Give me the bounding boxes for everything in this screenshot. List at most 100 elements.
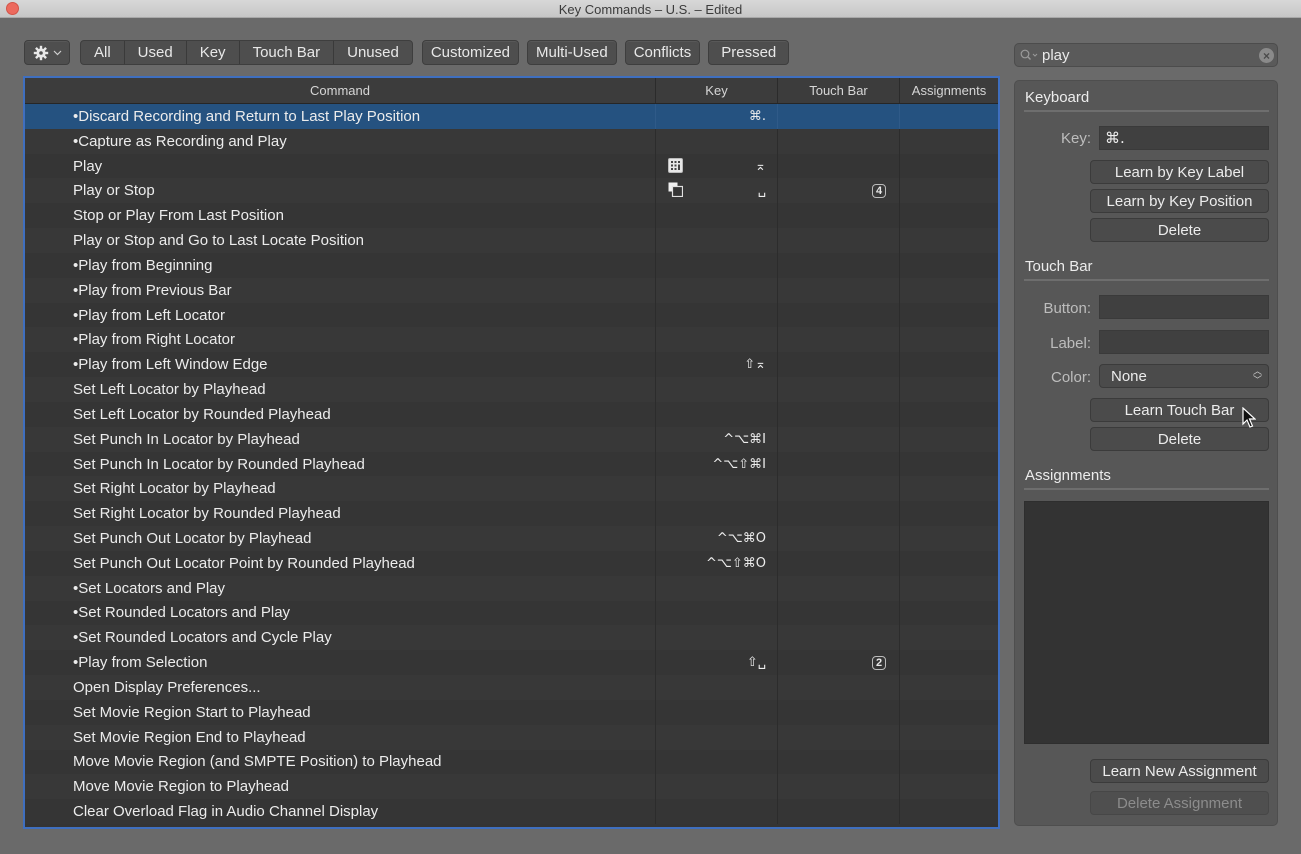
color-select-value: None (1111, 367, 1147, 385)
key-cell (656, 203, 778, 229)
assignments-cell (900, 476, 998, 501)
command-cell: •Play from Previous Bar (25, 277, 656, 303)
divider (1024, 279, 1269, 281)
table-row[interactable]: Clear Overload Flag in Audio Channel Dis… (25, 799, 998, 825)
touch-bar-label-field[interactable] (1099, 330, 1269, 354)
touch-bar-number-badge: 2 (872, 655, 886, 670)
button-label: Button: (1043, 300, 1091, 317)
table-row[interactable]: Set Left Locator by Rounded Playhead (25, 401, 998, 427)
table-row[interactable]: •Set Rounded Locators and Play (25, 600, 998, 626)
assignments-list[interactable] (1024, 501, 1269, 744)
color-select[interactable]: None ︿ ﹀ (1099, 364, 1269, 388)
search-field[interactable]: × (1014, 43, 1278, 67)
table-row[interactable]: •Play from Beginning (25, 252, 998, 278)
action-menu-button[interactable] (24, 40, 70, 65)
table-row[interactable]: •Set Locators and Play (25, 575, 998, 601)
table-row[interactable]: •Play from Left Locator (25, 302, 998, 328)
table-row[interactable]: Set Punch Out Locator Point by Rounded P… (25, 550, 998, 576)
search-input[interactable] (1042, 46, 1242, 64)
table-row[interactable]: Stop or Play From Last Position (25, 203, 998, 229)
filter-key[interactable]: Key (187, 41, 240, 64)
table-row[interactable]: Open Display Preferences... (25, 675, 998, 700)
key-field[interactable]: ⌘. (1099, 126, 1269, 150)
main-keyboard-icon (668, 182, 684, 198)
assignments-cell (900, 551, 998, 576)
filter-unused[interactable]: Unused (334, 41, 412, 64)
table-row[interactable]: •Discard Recording and Return to Last Pl… (25, 104, 998, 129)
command-cell: •Set Rounded Locators and Cycle Play (25, 625, 656, 651)
table-row[interactable]: Move Movie Region to Playhead (25, 774, 998, 800)
key-cell: ⇧⌅ (656, 352, 778, 378)
assignments-cell (900, 104, 998, 129)
touch-bar-cell (778, 749, 900, 775)
table-row[interactable]: Move Movie Region (and SMPTE Position) t… (25, 749, 998, 775)
table-row[interactable]: Play ⌅ (25, 153, 998, 179)
table-row[interactable]: Play or Stop ␣ 4 (25, 178, 998, 204)
learn-new-assignment-button[interactable]: Learn New Assignment (1090, 759, 1269, 783)
inspector-panel: Keyboard Key: ⌘. Learn by Key Label Lear… (1014, 80, 1278, 826)
pressed-button[interactable]: Pressed (708, 40, 790, 65)
key-cell (656, 302, 778, 328)
key-cell (656, 749, 778, 775)
assignments-section-title: Assignments (1025, 467, 1111, 484)
filter-segmented-control: All Used Key Touch Bar Unused (80, 40, 413, 65)
command-cell: Play (25, 153, 656, 179)
table-row[interactable]: •Play from Right Locator (25, 327, 998, 353)
column-header-touch-bar[interactable]: Touch Bar (778, 78, 900, 103)
filter-all[interactable]: All (81, 41, 125, 64)
table-row[interactable]: •Play from Previous Bar (25, 277, 998, 303)
table-row[interactable]: Set Punch In Locator by Playhead ^⌥⌘I (25, 426, 998, 452)
command-cell: Set Movie Region Start to Playhead (25, 699, 656, 725)
table-row[interactable]: Set Punch Out Locator by Playhead ^⌥⌘O (25, 526, 998, 551)
table-row[interactable]: •Play from Selection ⇧␣ 2 (25, 650, 998, 676)
table-row[interactable]: •Play from Left Window Edge ⇧⌅ (25, 352, 998, 378)
command-cell: Set Punch In Locator by Rounded Playhead (25, 451, 656, 477)
filter-used[interactable]: Used (125, 41, 187, 64)
table-row[interactable]: Set Left Locator by Playhead (25, 377, 998, 402)
table-header: Command Key Touch Bar Assignments (25, 78, 998, 104)
delete-key-button[interactable]: Delete (1090, 218, 1269, 242)
toolbar: All Used Key Touch Bar Unused Customized… (24, 40, 790, 65)
table-row[interactable]: •Set Rounded Locators and Cycle Play (25, 625, 998, 651)
assignments-cell (900, 377, 998, 402)
filter-touch-bar[interactable]: Touch Bar (240, 41, 335, 64)
table-row[interactable]: Play or Stop and Go to Last Locate Posit… (25, 228, 998, 253)
table-row[interactable]: •Capture as Recording and Play (25, 128, 998, 154)
command-cell: Set Movie Region End to Playhead (25, 724, 656, 750)
key-cell (656, 575, 778, 601)
table-row[interactable]: Set Right Locator by Rounded Playhead (25, 501, 998, 527)
search-icon[interactable] (1020, 49, 1042, 61)
table-row[interactable]: Set Movie Region Start to Playhead (25, 699, 998, 725)
assignments-cell (900, 228, 998, 253)
touch-bar-cell (778, 401, 900, 427)
delete-touch-bar-button[interactable]: Delete (1090, 427, 1269, 451)
column-header-command[interactable]: Command (25, 78, 656, 103)
key-shortcut: ⌘. (748, 108, 766, 124)
touch-bar-cell (778, 550, 900, 576)
touch-bar-cell (778, 699, 900, 725)
multi-used-button[interactable]: Multi-Used (527, 40, 617, 65)
color-label: Color: (1050, 369, 1091, 386)
customized-button[interactable]: Customized (421, 40, 520, 65)
assignments-cell (900, 625, 998, 650)
assignments-cell (900, 601, 998, 626)
label-label: Label: (1050, 335, 1091, 352)
command-cell: •Play from Beginning (25, 252, 656, 278)
touch-bar-button-field[interactable] (1099, 295, 1269, 319)
table-row[interactable]: Set Movie Region End to Playhead (25, 724, 998, 750)
learn-by-key-position-button[interactable]: Learn by Key Position (1090, 189, 1269, 213)
learn-by-key-label-button[interactable]: Learn by Key Label (1090, 160, 1269, 184)
column-header-key[interactable]: Key (656, 78, 778, 103)
assignments-cell (900, 700, 998, 725)
table-body: •Discard Recording and Return to Last Pl… (25, 104, 998, 825)
table-row[interactable]: Set Punch In Locator by Rounded Playhead… (25, 451, 998, 477)
conflicts-button[interactable]: Conflicts (624, 40, 701, 65)
table-row[interactable]: Set Right Locator by Playhead (25, 476, 998, 502)
key-cell: ⇧␣ (656, 650, 778, 676)
clear-search-icon[interactable]: × (1259, 48, 1274, 63)
command-cell: Set Right Locator by Playhead (25, 476, 656, 502)
key-cell: ^⌥⇧⌘I (656, 451, 778, 477)
key-shortcut: ^⌥⇧⌘I (712, 456, 766, 472)
column-header-assignments[interactable]: Assignments (900, 78, 998, 103)
touch-bar-cell (778, 104, 900, 129)
